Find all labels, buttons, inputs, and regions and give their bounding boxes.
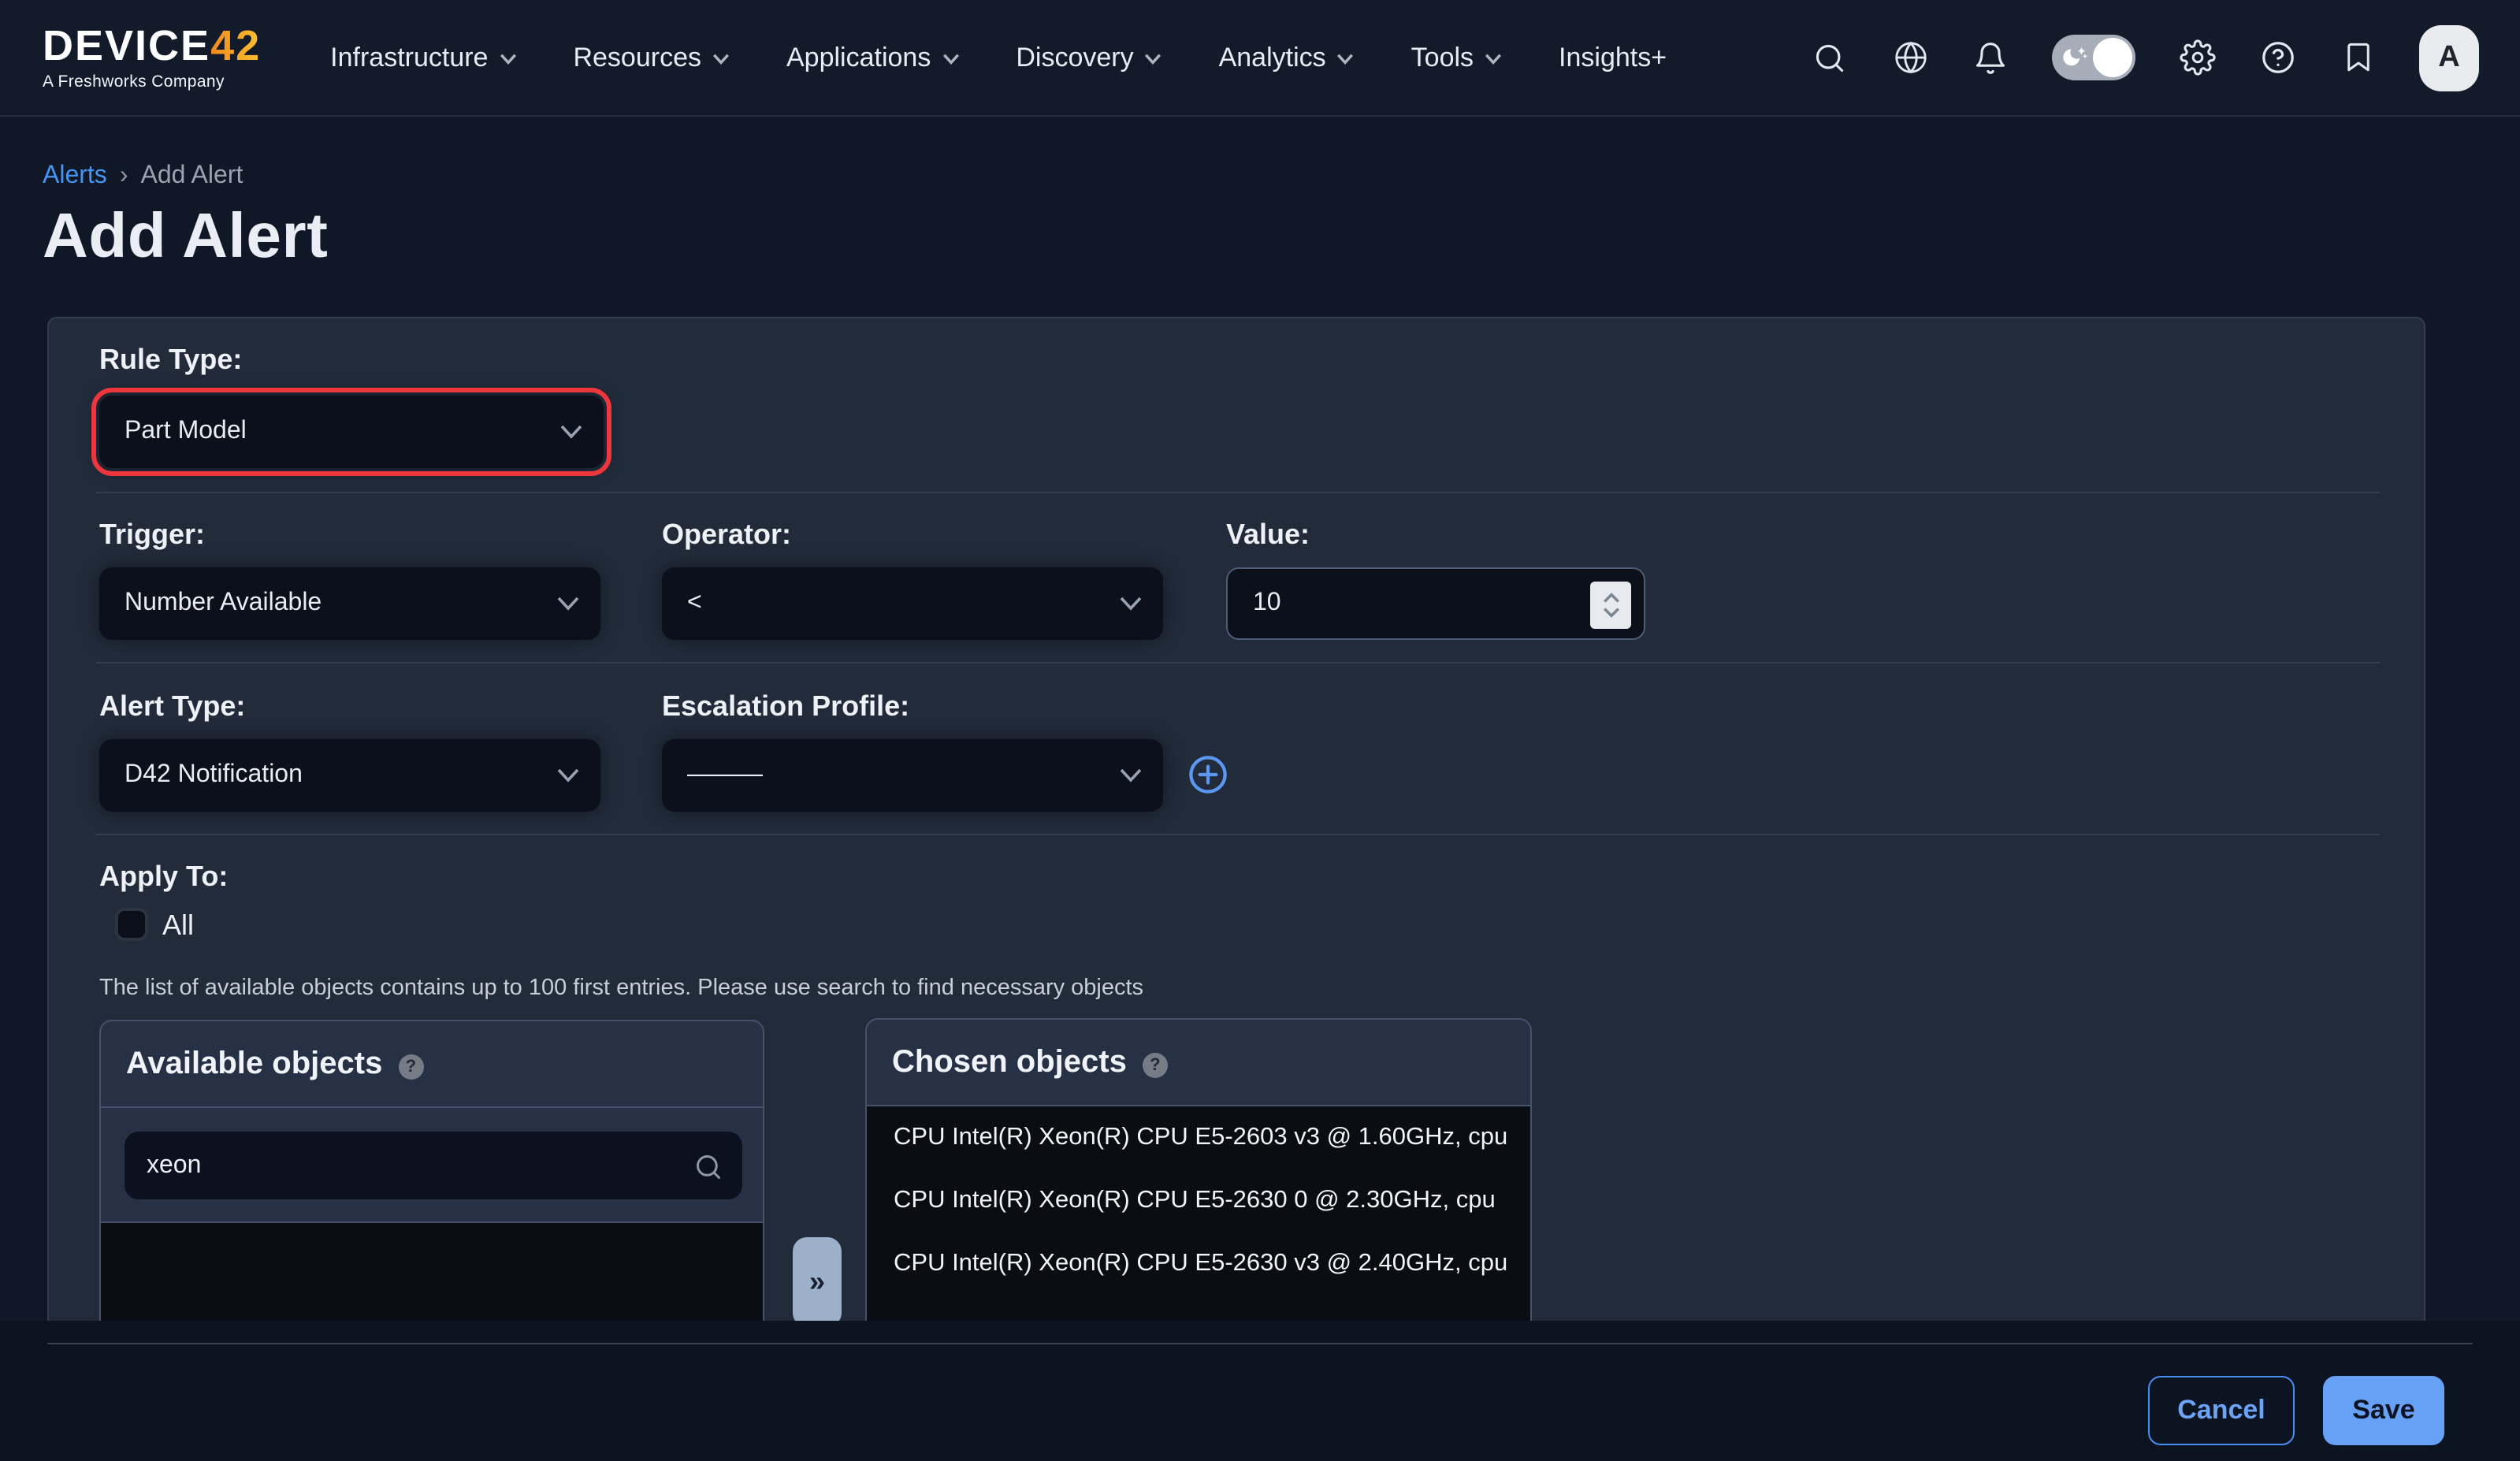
chosen-objects-title: Chosen objects bbox=[892, 1044, 1127, 1080]
chevron-down-icon bbox=[559, 425, 583, 439]
operator-select[interactable]: < bbox=[662, 567, 1163, 640]
page-title: Add Alert bbox=[43, 202, 328, 273]
available-objects-title: Available objects bbox=[126, 1046, 382, 1082]
chevron-down-icon bbox=[1119, 768, 1143, 783]
notifications-bell-icon[interactable] bbox=[1972, 39, 2009, 76]
chevron-down-icon bbox=[942, 54, 959, 65]
chosen-objects-header: Chosen objects ? bbox=[867, 1020, 1530, 1106]
alert-type-label: Alert Type: bbox=[99, 690, 245, 723]
available-objects-search-field bbox=[123, 1130, 744, 1201]
device42-logo[interactable]: DEVICE42 A Freshworks Company bbox=[43, 25, 261, 91]
help-badge-icon[interactable]: ? bbox=[1143, 1052, 1168, 1077]
divider bbox=[96, 662, 2380, 664]
chosen-object-row[interactable]: CPU Intel(R) Xeon(R) CPU E5-2630 v3 @ 2.… bbox=[867, 1232, 1530, 1296]
menu-item-insights[interactable]: Insights+ bbox=[1559, 42, 1667, 73]
form-footer: Cancel Save bbox=[0, 1321, 2520, 1461]
number-stepper[interactable] bbox=[1590, 582, 1631, 629]
cancel-button[interactable]: Cancel bbox=[2148, 1376, 2295, 1445]
help-icon[interactable] bbox=[2258, 39, 2296, 76]
menu-item-analytics[interactable]: Analytics bbox=[1219, 42, 1355, 73]
available-objects-header: Available objects ? bbox=[101, 1021, 763, 1108]
chosen-object-row[interactable]: CPU Intel(R) Xeon(R) CPU E5-2603 v3 @ 1.… bbox=[867, 1106, 1530, 1169]
search-icon bbox=[693, 1152, 723, 1182]
apply-to-all-label: All bbox=[162, 909, 194, 942]
chosen-object-row[interactable]: CPU Intel(R) Xeon(R) CPU E5-2630 0 @ 2.3… bbox=[867, 1169, 1530, 1232]
chevron-down-icon bbox=[499, 54, 516, 65]
rule-type-select[interactable]: Part Model bbox=[99, 396, 604, 468]
move-to-chosen-button[interactable]: » bbox=[793, 1237, 842, 1327]
menu-item-applications[interactable]: Applications bbox=[786, 42, 959, 73]
menu-item-tools[interactable]: Tools bbox=[1411, 42, 1502, 73]
main-menu: Infrastructure Resources Applications Di… bbox=[330, 42, 1667, 73]
help-badge-icon[interactable]: ? bbox=[398, 1054, 423, 1079]
logo-accent: 42 bbox=[210, 22, 261, 69]
user-avatar[interactable]: A bbox=[2419, 24, 2479, 91]
plus-circle-icon bbox=[1187, 753, 1229, 796]
alert-form-panel: Rule Type: Part Model Trigger: Operator:… bbox=[47, 317, 2425, 1392]
globe-icon[interactable] bbox=[1891, 39, 1929, 76]
chevron-down-icon bbox=[1145, 54, 1162, 65]
bookmark-icon[interactable] bbox=[2339, 39, 2377, 76]
divider bbox=[96, 834, 2380, 835]
footer-divider bbox=[47, 1343, 2473, 1344]
trigger-select[interactable]: Number Available bbox=[99, 567, 600, 640]
theme-toggle[interactable] bbox=[2052, 35, 2135, 80]
chevron-down-icon bbox=[556, 597, 580, 611]
rule-type-label: Rule Type: bbox=[99, 344, 242, 377]
value-label: Value: bbox=[1226, 519, 1310, 552]
top-nav: DEVICE42 A Freshworks Company Infrastruc… bbox=[0, 0, 2520, 117]
available-objects-search-section bbox=[101, 1108, 763, 1223]
settings-gear-icon[interactable] bbox=[2178, 39, 2216, 76]
logo-wordmark: DEVICE42 bbox=[43, 25, 261, 68]
chevron-down-icon bbox=[1119, 597, 1143, 611]
breadcrumb-alerts-link[interactable]: Alerts bbox=[43, 162, 107, 191]
menu-item-resources[interactable]: Resources bbox=[573, 42, 730, 73]
value-input[interactable] bbox=[1228, 569, 1644, 638]
chevron-down-icon bbox=[712, 54, 730, 65]
chevron-down-icon bbox=[556, 768, 580, 783]
apply-to-label: Apply To: bbox=[99, 861, 228, 894]
value-number-field bbox=[1226, 567, 1645, 640]
objects-limit-note: The list of available objects contains u… bbox=[99, 976, 1143, 1001]
trigger-label: Trigger: bbox=[99, 519, 205, 552]
add-escalation-profile-button[interactable] bbox=[1187, 753, 1229, 796]
logo-tagline: A Freshworks Company bbox=[43, 74, 261, 91]
breadcrumb-current: Add Alert bbox=[140, 162, 243, 191]
menu-item-discovery[interactable]: Discovery bbox=[1016, 42, 1162, 73]
add-alert-page: DEVICE42 A Freshworks Company Infrastruc… bbox=[0, 0, 2520, 1461]
chevron-down-icon bbox=[1485, 54, 1502, 65]
escalation-profile-select[interactable]: ——— bbox=[662, 739, 1163, 812]
breadcrumb-separator: › bbox=[120, 162, 128, 191]
search-icon[interactable] bbox=[1811, 39, 1849, 76]
stepper-up-icon bbox=[1602, 593, 1619, 604]
stepper-down-icon bbox=[1602, 607, 1619, 618]
available-objects-search-input[interactable] bbox=[125, 1132, 742, 1199]
apply-to-all-checkbox[interactable] bbox=[115, 908, 148, 941]
nav-utilities: A bbox=[1811, 24, 2479, 91]
operator-label: Operator: bbox=[662, 519, 791, 552]
menu-item-infrastructure[interactable]: Infrastructure bbox=[330, 42, 516, 73]
chevron-down-icon bbox=[1337, 54, 1355, 65]
toggle-knob bbox=[2093, 38, 2132, 77]
alert-type-select[interactable]: D42 Notification bbox=[99, 739, 600, 812]
moon-icon bbox=[2061, 43, 2090, 71]
breadcrumb: Alerts › Add Alert bbox=[43, 162, 243, 191]
save-button[interactable]: Save bbox=[2323, 1376, 2444, 1445]
divider bbox=[96, 492, 2380, 493]
escalation-profile-label: Escalation Profile: bbox=[662, 690, 909, 723]
